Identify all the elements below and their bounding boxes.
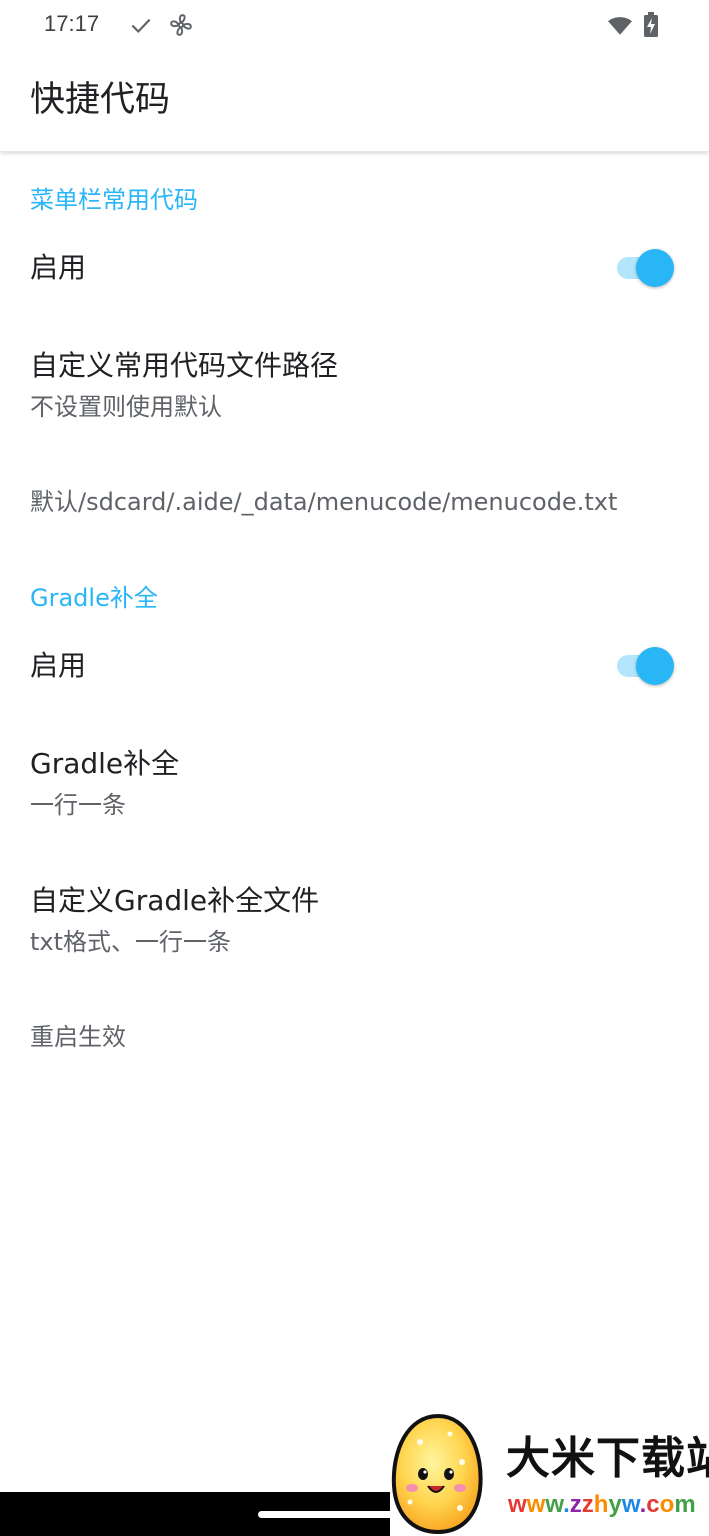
page-title: 快捷代码 <box>30 80 171 120</box>
pref-title: Gradle补全 <box>30 747 180 780</box>
default-path-note: 默认/sdcard/.aide/_data/menucode/menucode.… <box>30 488 618 516</box>
wifi-icon <box>608 17 632 35</box>
category-menu-code: 菜单栏常用代码 <box>30 186 198 214</box>
watermark-title: 大米下载站 <box>506 1433 709 1484</box>
check-icon <box>131 18 151 34</box>
menu-code-enable-switch[interactable] <box>614 248 676 288</box>
pref-summary: txt格式、一行一条 <box>30 928 232 956</box>
pref-summary: 不设置则使用默认 <box>30 393 222 421</box>
pref-title: 自定义Gradle补全文件 <box>30 884 320 917</box>
pref-gradle-completion[interactable]: Gradle补全 一行一条 <box>0 728 709 836</box>
pref-summary: 一行一条 <box>30 791 126 819</box>
restart-note: 重启生效 <box>30 1023 126 1051</box>
pref-title: 启用 <box>30 649 87 682</box>
battery-charging-icon <box>644 12 658 37</box>
switch-thumb <box>636 249 674 287</box>
status-time: 17:17 <box>44 11 100 36</box>
category-gradle: Gradle补全 <box>30 584 158 612</box>
switch-thumb <box>636 647 674 685</box>
pref-title: 自定义常用代码文件路径 <box>30 349 339 382</box>
status-bar: 17:17 <box>0 0 709 52</box>
pref-gradle-enable[interactable]: 启用 <box>0 622 709 710</box>
pref-menu-code-enable[interactable]: 启用 <box>0 224 709 312</box>
fan-icon <box>170 14 192 36</box>
gradle-enable-switch[interactable] <box>614 646 676 686</box>
pref-custom-code-path[interactable]: 自定义常用代码文件路径 不设置则使用默认 <box>0 330 709 438</box>
app-bar: 快捷代码 <box>0 52 709 152</box>
watermark-url: www.zzhyw.com <box>508 1491 696 1518</box>
watermark: 大米下载站 www.zzhyw.com <box>390 1410 709 1536</box>
pref-title: 启用 <box>30 251 87 284</box>
mascot-logo <box>391 1413 483 1534</box>
pref-custom-gradle-file[interactable]: 自定义Gradle补全文件 txt格式、一行一条 <box>0 865 709 973</box>
